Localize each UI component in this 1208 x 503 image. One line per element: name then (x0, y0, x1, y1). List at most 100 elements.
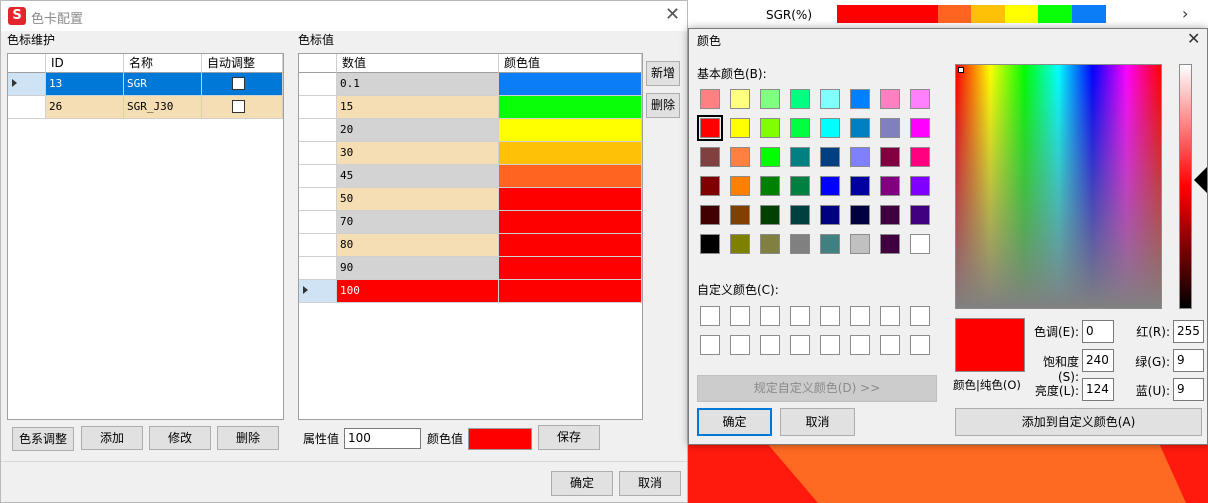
blue-input[interactable]: 9 (1173, 378, 1204, 401)
basic-color-swatch[interactable] (880, 205, 900, 225)
custom-color-slot[interactable] (700, 335, 720, 355)
basic-color-swatch[interactable] (790, 205, 810, 225)
basic-color-swatch[interactable] (760, 89, 780, 109)
table-cell-color[interactable] (499, 257, 642, 280)
basic-color-swatch[interactable] (850, 147, 870, 167)
table-cell-id[interactable]: 13 (46, 73, 124, 96)
row-selector[interactable] (299, 257, 337, 280)
basic-color-swatch[interactable] (700, 234, 720, 254)
modify-scheme-button[interactable]: 修改 (149, 426, 211, 450)
basic-color-swatch[interactable] (730, 118, 750, 138)
custom-color-slot[interactable] (850, 306, 870, 326)
basic-color-swatch[interactable] (880, 147, 900, 167)
basic-color-swatch[interactable] (880, 118, 900, 138)
save-button[interactable]: 保存 (538, 425, 600, 450)
table-cell-value[interactable]: 50 (337, 188, 499, 211)
row-selector[interactable] (299, 188, 337, 211)
auto-adjust-checkbox[interactable] (232, 77, 245, 90)
column-header-auto[interactable]: 自动调整 (202, 54, 283, 73)
basic-color-swatch[interactable] (910, 205, 930, 225)
dialog-close-icon[interactable]: ✕ (1187, 29, 1200, 48)
basic-color-swatch[interactable] (880, 176, 900, 196)
basic-color-swatch[interactable] (820, 205, 840, 225)
row-selector[interactable] (299, 234, 337, 257)
delete-scheme-button[interactable]: 删除 (217, 426, 279, 450)
basic-color-swatch[interactable] (760, 205, 780, 225)
row-selector[interactable] (299, 73, 337, 96)
table-cell-color[interactable] (499, 211, 642, 234)
basic-color-swatch[interactable] (910, 118, 930, 138)
custom-color-slot[interactable] (850, 335, 870, 355)
custom-color-slot[interactable] (700, 306, 720, 326)
basic-color-swatch[interactable] (730, 147, 750, 167)
table-cell-value[interactable]: 70 (337, 211, 499, 234)
row-selector[interactable] (299, 119, 337, 142)
basic-color-swatch[interactable] (880, 89, 900, 109)
table-cell-value[interactable]: 0.1 (337, 73, 499, 96)
basic-color-swatch[interactable] (760, 176, 780, 196)
saturation-input[interactable]: 240 (1082, 349, 1114, 372)
luminance-input[interactable]: 124 (1082, 378, 1114, 401)
row-selector[interactable] (299, 165, 337, 188)
custom-color-slot[interactable] (820, 335, 840, 355)
basic-color-swatch[interactable] (820, 176, 840, 196)
table-cell-name[interactable]: SGR (124, 73, 202, 96)
dialog-ok-button[interactable]: 确定 (697, 408, 772, 436)
custom-color-slot[interactable] (760, 335, 780, 355)
basic-color-swatch[interactable] (790, 234, 810, 254)
custom-color-slot[interactable] (910, 306, 930, 326)
custom-color-slot[interactable] (790, 335, 810, 355)
red-input[interactable]: 255 (1173, 320, 1204, 343)
auto-adjust-checkbox[interactable] (232, 100, 245, 113)
luminance-slider[interactable] (1179, 64, 1192, 309)
table-cell-auto[interactable] (202, 96, 283, 119)
basic-color-swatch[interactable] (820, 89, 840, 109)
basic-color-swatch[interactable] (790, 147, 810, 167)
table-cell-color[interactable] (499, 73, 642, 96)
table-cell-value[interactable]: 20 (337, 119, 499, 142)
row-selector[interactable] (299, 142, 337, 165)
row-selector[interactable] (299, 96, 337, 119)
table-cell-color[interactable] (499, 165, 642, 188)
table-cell-value[interactable]: 45 (337, 165, 499, 188)
basic-color-swatch[interactable] (820, 234, 840, 254)
basic-color-swatch[interactable] (760, 118, 780, 138)
basic-color-swatch[interactable] (730, 234, 750, 254)
basic-color-swatch[interactable] (790, 118, 810, 138)
column-header-value[interactable]: 数值 (337, 54, 499, 73)
ok-button[interactable]: 确定 (551, 471, 613, 496)
basic-color-swatch[interactable] (730, 205, 750, 225)
basic-color-swatch[interactable] (910, 176, 930, 196)
table-cell-color[interactable] (499, 234, 642, 257)
custom-color-slot[interactable] (880, 306, 900, 326)
custom-color-slot[interactable] (790, 306, 810, 326)
basic-color-swatch[interactable] (697, 115, 723, 141)
basic-color-swatch[interactable] (790, 89, 810, 109)
custom-color-slot[interactable] (910, 335, 930, 355)
add-to-custom-button[interactable]: 添加到自定义颜色(A) (955, 408, 1202, 436)
add-scheme-button[interactable]: 添加 (81, 426, 143, 450)
delete-value-button[interactable]: 删除 (646, 93, 680, 118)
color-adjust-button[interactable]: 色系调整 (12, 427, 74, 451)
custom-color-slot[interactable] (820, 306, 840, 326)
green-input[interactable]: 9 (1173, 349, 1204, 372)
column-header-id[interactable]: ID (46, 54, 124, 73)
basic-color-swatch[interactable] (850, 176, 870, 196)
table-cell-color[interactable] (499, 280, 642, 303)
basic-color-swatch[interactable] (820, 118, 840, 138)
basic-color-swatch[interactable] (850, 118, 870, 138)
table-cell-id[interactable]: 26 (46, 96, 124, 119)
basic-color-swatch[interactable] (850, 205, 870, 225)
table-cell-color[interactable] (499, 188, 642, 211)
table-cell-auto[interactable] (202, 73, 283, 96)
basic-color-swatch[interactable] (700, 205, 720, 225)
table-cell-value[interactable]: 90 (337, 257, 499, 280)
column-header-color[interactable]: 颜色值 (499, 54, 642, 73)
table-cell-value[interactable]: 100 (337, 280, 499, 303)
table-cell-value[interactable]: 30 (337, 142, 499, 165)
row-selector[interactable] (299, 280, 337, 303)
custom-color-slot[interactable] (730, 306, 750, 326)
add-value-button[interactable]: 新增 (646, 61, 680, 86)
color-spectrum[interactable] (955, 64, 1162, 309)
table-cell-value[interactable]: 80 (337, 234, 499, 257)
